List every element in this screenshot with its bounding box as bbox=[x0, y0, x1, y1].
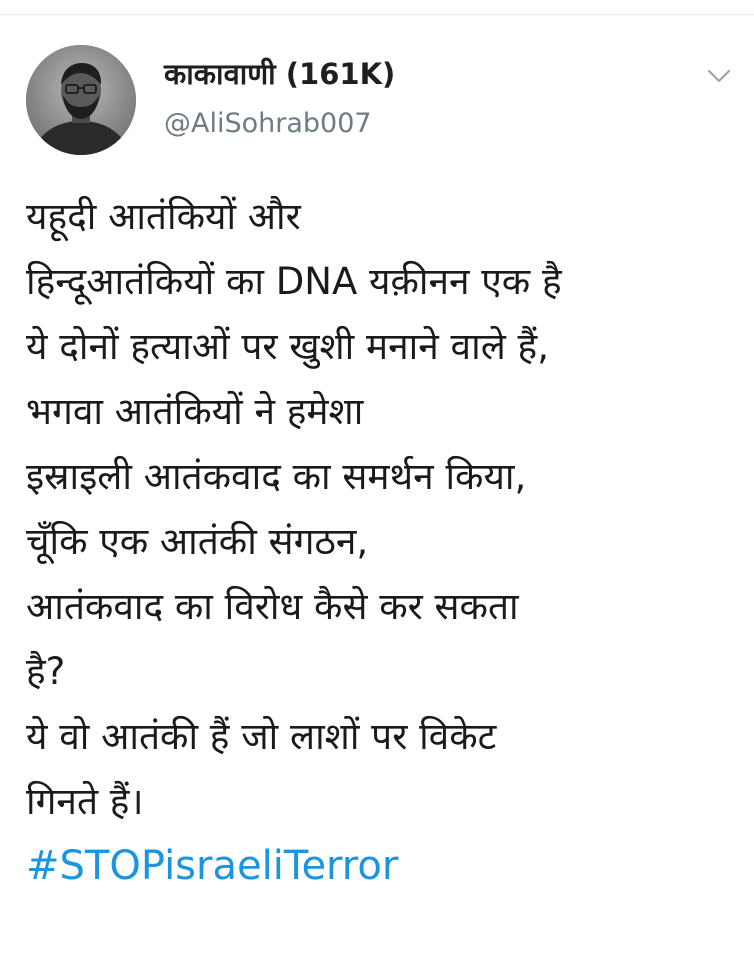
tweet-line: गिनते हैं। bbox=[26, 780, 144, 823]
avatar[interactable] bbox=[26, 45, 136, 155]
hashtag-line: #STOPisraeliTerror bbox=[26, 834, 738, 899]
user-handle[interactable]: @AliSohrab007 bbox=[164, 108, 372, 139]
tweet-line: इस्राइली आतंकवाद का समर्थन किया, bbox=[26, 455, 527, 498]
hashtag-link[interactable]: #STOPisraeliTerror bbox=[26, 834, 398, 899]
top-divider bbox=[0, 14, 754, 15]
tweet-text: यहूदी आतंकियों और हिन्दूआतंकियों का DNA … bbox=[26, 184, 738, 899]
tweet-line: हिन्दूआतंकियों का DNA यक़ीनन एक है bbox=[26, 260, 562, 303]
tweet-header: काकावाणी (161K) @AliSohrab007 bbox=[24, 40, 734, 160]
avatar-photo bbox=[26, 45, 136, 155]
chevron-down-icon[interactable] bbox=[706, 66, 732, 86]
tweet-line: यहूदी आतंकियों और bbox=[26, 195, 301, 238]
tweet-line: आतंकवाद का विरोध कैसे कर सकता bbox=[26, 585, 519, 628]
tweet-line: है? bbox=[26, 650, 66, 693]
tweet-line: ये दोनों हत्याओं पर खुशी मनाने वाले हैं, bbox=[26, 325, 549, 368]
tweet-line: ये वो आतंकी हैं जो लाशों पर विकेट bbox=[26, 715, 497, 758]
display-name[interactable]: काकावाणी (161K) bbox=[164, 54, 395, 93]
tweet-line: चूँकि एक आतंकी संगठन, bbox=[26, 520, 369, 563]
tweet-line: भगवा आतंकियों ने हमेशा bbox=[26, 390, 364, 433]
